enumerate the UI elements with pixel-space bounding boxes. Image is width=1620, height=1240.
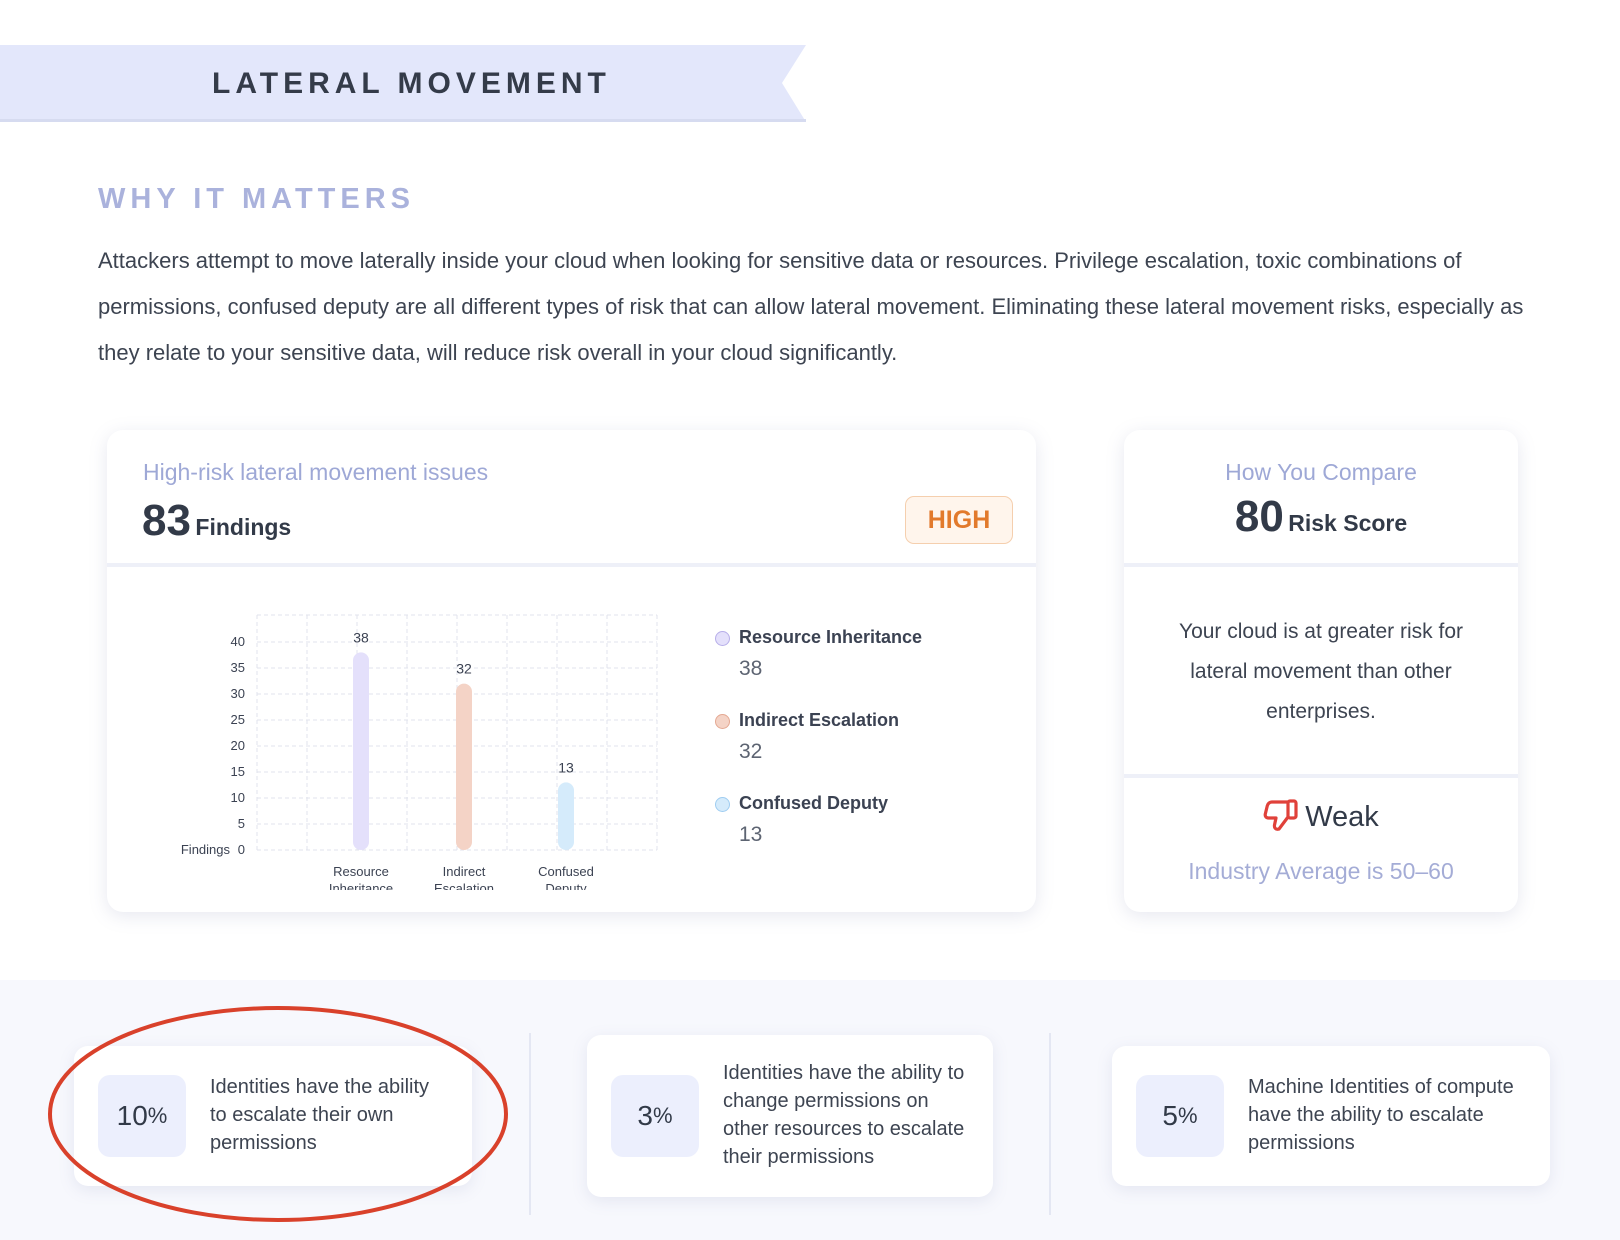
x-tick-label: Escalation — [434, 881, 494, 890]
bar — [456, 683, 472, 850]
legend-label: Confused Deputy — [739, 793, 889, 813]
legend-color-dot — [715, 631, 730, 646]
card-divider — [1124, 774, 1518, 778]
bar-value-label: 13 — [558, 759, 574, 775]
stat-card-machine-identities: 5% Machine Identities of compute have th… — [1112, 1046, 1550, 1186]
x-tick-label: Confused — [538, 864, 594, 879]
legend-value: 13 — [739, 823, 763, 846]
how-you-compare-card: How You Compare 80 Risk Score Your cloud… — [1124, 430, 1518, 912]
why-it-matters-heading: WHY IT MATTERS — [98, 183, 416, 215]
bar — [353, 652, 369, 850]
y-axis-label: Findings — [181, 842, 231, 857]
industry-average: Industry Average is 50–60 — [1188, 858, 1454, 884]
legend-item: Resource Inheritance 38 — [715, 627, 1015, 710]
legend-value: 38 — [739, 657, 763, 680]
y-tick-label: 30 — [231, 686, 245, 701]
legend-color-dot — [715, 714, 730, 729]
card-divider — [107, 563, 1036, 567]
stat-percentage: 3% — [611, 1075, 699, 1157]
compare-description: Your cloud is at greater risk for latera… — [1178, 620, 1464, 723]
thumbs-down-icon — [1263, 799, 1298, 831]
stat-card-other-resources: 3% Identities have the ability to change… — [587, 1035, 993, 1197]
y-tick-label: 35 — [231, 660, 245, 675]
severity-badge: HIGH — [905, 496, 1013, 544]
stat-percentage-sign: % — [653, 1103, 673, 1128]
x-tick-label: Deputy — [545, 881, 587, 890]
findings-count: 83 Findings — [142, 496, 291, 546]
issues-card-label: High-risk lateral movement issues — [143, 459, 489, 485]
chart-legend: Resource Inheritance 38 Indirect Escalatio… — [715, 627, 1015, 876]
section-banner: LATERAL MOVEMENT — [0, 45, 806, 122]
stat-percentage-value: 3 — [637, 1100, 653, 1131]
rating-label: Weak — [1305, 801, 1379, 833]
stat-separator — [1049, 1033, 1051, 1215]
bar — [558, 782, 574, 850]
y-tick-label: 5 — [238, 816, 245, 831]
y-tick-label: 10 — [231, 790, 245, 805]
stat-description: Identities have the ability to change pe… — [723, 1062, 965, 1168]
rating: Weak — [1124, 798, 1518, 834]
findings-bar-chart: 0 5 10 15 20 25 30 35 40 Findings 38 Resource Inheri… — [181, 614, 658, 890]
x-tick-label: Indirect — [443, 864, 486, 879]
x-tick-label: Resource — [333, 864, 389, 879]
findings-unit: Findings — [195, 514, 292, 540]
section-title: LATERAL MOVEMENT — [212, 67, 611, 100]
y-tick-label: 40 — [231, 634, 245, 649]
stat-percentage-sign: % — [1178, 1103, 1198, 1128]
x-tick-label: Inheritance — [329, 881, 393, 890]
legend-item: Confused Deputy 13 — [715, 793, 1015, 876]
legend-color-dot — [715, 797, 730, 812]
stat-description: Machine Identities of compute have the a… — [1248, 1076, 1514, 1154]
stat-percentage: 5% — [1136, 1075, 1224, 1157]
risk-score: 80 Risk Score — [1124, 492, 1518, 542]
legend-item: Indirect Escalation 32 — [715, 710, 1015, 793]
y-tick-label: 25 — [231, 712, 245, 727]
stat-percentage-value: 5 — [1162, 1100, 1178, 1131]
legend-label: Resource Inheritance — [739, 627, 923, 647]
card-divider — [1124, 563, 1518, 567]
legend-value: 32 — [739, 740, 763, 763]
compare-card-label: How You Compare — [1225, 459, 1417, 485]
legend-label: Indirect Escalation — [739, 710, 900, 730]
bar-value-label: 38 — [353, 629, 369, 645]
risk-score-number: 80 — [1234, 492, 1284, 541]
lateral-movement-issues-card: High-risk lateral movement issues 83 Fin… — [107, 430, 1036, 912]
bar-value-label: 32 — [456, 661, 472, 677]
stat-separator — [529, 1033, 531, 1215]
y-tick-label: 20 — [231, 738, 245, 753]
highlight-annotation-ellipse — [48, 1006, 508, 1222]
findings-number: 83 — [142, 496, 191, 545]
why-it-matters-body: Attackers attempt to move laterally insi… — [98, 248, 1524, 365]
risk-score-unit: Risk Score — [1288, 510, 1408, 536]
y-tick-label: 0 — [238, 842, 245, 857]
y-tick-label: 15 — [231, 764, 245, 779]
